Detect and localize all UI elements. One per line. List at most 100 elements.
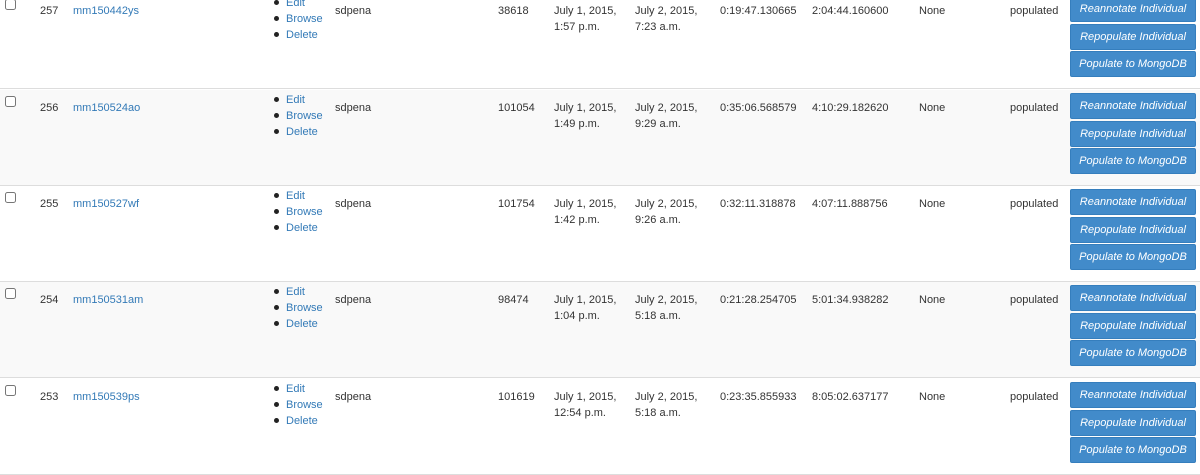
start-time: 1:04 p.m.	[554, 310, 600, 322]
start-time-cell: July 1, 2015, 1:57 p.m.	[554, 3, 616, 35]
reannotate-individual-button[interactable]: Reannotate Individual	[1070, 93, 1196, 119]
browse-link[interactable]: Browse	[286, 399, 323, 411]
action-edit-item: Edit	[274, 284, 323, 300]
action-delete-item: Delete	[274, 220, 323, 236]
user-cell: sdpena	[335, 391, 372, 403]
populate-to-mongodb-button[interactable]: Populate to MongoDB	[1070, 148, 1196, 174]
browse-link[interactable]: Browse	[286, 13, 323, 25]
status-cell: populated	[1010, 102, 1059, 114]
edit-link[interactable]: Edit	[286, 0, 305, 9]
extra-cell: None	[919, 5, 946, 17]
edit-link[interactable]: Edit	[286, 286, 305, 298]
bullet-icon	[274, 15, 279, 21]
table-row: 257 mm150442ys Edit Browse Delete sdpena…	[0, 0, 1200, 89]
bullet-icon	[274, 128, 279, 134]
row-id: 255	[40, 198, 59, 210]
end-time: 5:18 a.m.	[635, 310, 681, 322]
edit-link[interactable]: Edit	[286, 190, 305, 202]
delete-link[interactable]: Delete	[286, 318, 318, 330]
count-cell: 101054	[498, 102, 535, 114]
end-date: July 2, 2015,	[635, 102, 698, 114]
individual-name-link[interactable]: mm150539ps	[73, 389, 140, 405]
bullet-icon	[274, 385, 279, 391]
delete-link[interactable]: Delete	[286, 29, 318, 41]
reannotate-individual-button[interactable]: Reannotate Individual	[1070, 0, 1196, 22]
start-time-cell: July 1, 2015, 1:04 p.m.	[554, 292, 616, 324]
row-select-checkbox[interactable]	[5, 385, 16, 396]
action-edit-item: Edit	[274, 188, 323, 204]
row-buttons: Reannotate Individual Repopulate Individ…	[1070, 189, 1196, 272]
end-time-cell: July 2, 2015, 7:23 a.m.	[635, 3, 697, 35]
action-edit-item: Edit	[274, 381, 323, 397]
status-cell: populated	[1010, 294, 1059, 306]
start-date: July 1, 2015,	[554, 5, 617, 17]
start-time-cell: July 1, 2015, 1:42 p.m.	[554, 196, 616, 228]
row-select-checkbox[interactable]	[5, 192, 16, 203]
count-cell: 98474	[498, 294, 529, 306]
edit-link[interactable]: Edit	[286, 383, 305, 395]
delete-link[interactable]: Delete	[286, 222, 318, 234]
row-select-checkbox[interactable]	[5, 0, 16, 10]
row-actions-list: Edit Browse Delete	[274, 188, 323, 236]
start-time: 1:49 p.m.	[554, 118, 600, 130]
bullet-icon	[274, 112, 279, 118]
row-buttons: Reannotate Individual Repopulate Individ…	[1070, 0, 1196, 79]
total-duration-cell: 8:05:02.637177	[812, 391, 889, 403]
bullet-icon	[274, 288, 279, 294]
row-select-checkbox[interactable]	[5, 288, 16, 299]
extra-cell: None	[919, 391, 946, 403]
bullet-icon	[274, 208, 279, 214]
row-actions-list: Edit Browse Delete	[274, 92, 323, 140]
individual-name-link[interactable]: mm150527wf	[73, 196, 139, 212]
delete-link[interactable]: Delete	[286, 415, 318, 427]
end-time-cell: July 2, 2015, 5:18 a.m.	[635, 389, 697, 421]
row-id: 257	[40, 5, 59, 17]
populate-to-mongodb-button[interactable]: Populate to MongoDB	[1070, 51, 1196, 77]
browse-link[interactable]: Browse	[286, 302, 323, 314]
action-delete-item: Delete	[274, 413, 323, 429]
bullet-icon	[274, 401, 279, 407]
repopulate-individual-button[interactable]: Repopulate Individual	[1070, 312, 1196, 339]
repopulate-individual-button[interactable]: Repopulate Individual	[1070, 23, 1196, 50]
populate-to-mongodb-button[interactable]: Populate to MongoDB	[1070, 340, 1196, 366]
individual-name-link[interactable]: mm150442ys	[73, 3, 139, 19]
browse-link[interactable]: Browse	[286, 206, 323, 218]
repopulate-individual-button[interactable]: Repopulate Individual	[1070, 409, 1196, 436]
duration-cell: 0:19:47.130665	[720, 5, 797, 17]
end-time: 7:23 a.m.	[635, 21, 681, 33]
delete-link[interactable]: Delete	[286, 126, 318, 138]
start-time: 12:54 p.m.	[554, 407, 606, 419]
reannotate-individual-button[interactable]: Reannotate Individual	[1070, 285, 1196, 311]
end-time-cell: July 2, 2015, 9:29 a.m.	[635, 100, 697, 132]
total-duration-cell: 5:01:34.938282	[812, 294, 889, 306]
count-cell: 101619	[498, 391, 535, 403]
end-time: 9:29 a.m.	[635, 118, 681, 130]
bullet-icon	[274, 417, 279, 423]
reannotate-individual-button[interactable]: Reannotate Individual	[1070, 189, 1196, 215]
action-delete-item: Delete	[274, 316, 323, 332]
count-cell: 38618	[498, 5, 529, 17]
bullet-icon	[274, 192, 279, 198]
repopulate-individual-button[interactable]: Repopulate Individual	[1070, 216, 1196, 243]
browse-link[interactable]: Browse	[286, 110, 323, 122]
start-date: July 1, 2015,	[554, 294, 617, 306]
duration-cell: 0:35:06.568579	[720, 102, 797, 114]
start-date: July 1, 2015,	[554, 391, 617, 403]
start-time-cell: July 1, 2015, 1:49 p.m.	[554, 100, 616, 132]
populate-to-mongodb-button[interactable]: Populate to MongoDB	[1070, 437, 1196, 463]
status-cell: populated	[1010, 391, 1059, 403]
start-date: July 1, 2015,	[554, 198, 617, 210]
end-date: July 2, 2015,	[635, 294, 698, 306]
table-row: 254 mm150531am Edit Browse Delete sdpena…	[0, 282, 1200, 378]
edit-link[interactable]: Edit	[286, 94, 305, 106]
individual-name-link[interactable]: mm150531am	[73, 292, 143, 308]
action-browse-item: Browse	[274, 11, 323, 27]
extra-cell: None	[919, 198, 946, 210]
action-edit-item: Edit	[274, 0, 323, 11]
row-select-checkbox[interactable]	[5, 96, 16, 107]
reannotate-individual-button[interactable]: Reannotate Individual	[1070, 382, 1196, 408]
individual-name-link[interactable]: mm150524ao	[73, 100, 140, 116]
repopulate-individual-button[interactable]: Repopulate Individual	[1070, 120, 1196, 147]
populate-to-mongodb-button[interactable]: Populate to MongoDB	[1070, 244, 1196, 270]
bullet-icon	[274, 320, 279, 326]
